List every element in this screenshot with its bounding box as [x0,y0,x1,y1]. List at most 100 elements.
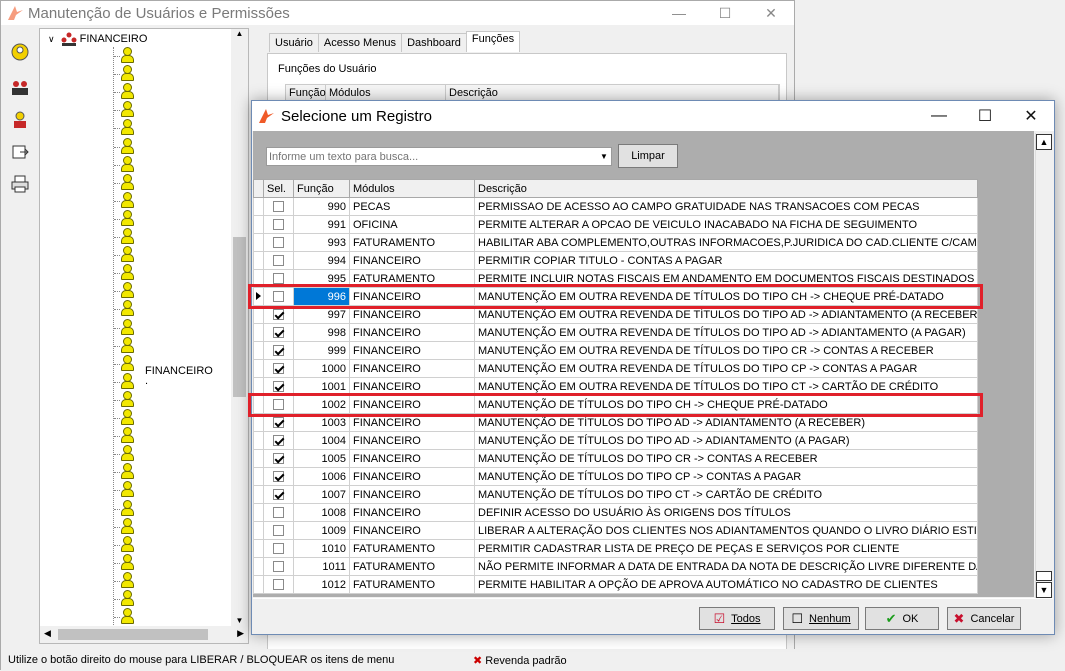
table-row[interactable]: 1011 FATURAMENTO NÃO PERMITE INFORMAR A DA… [253,557,978,576]
row-checkbox[interactable] [273,219,284,231]
descricao-cell[interactable]: MANUTENÇÃO EM OUTRA REVENDA DE TÍTULOS D… [474,359,978,378]
row-checkbox[interactable] [273,543,284,555]
descricao-cell[interactable]: NÃO PERMITE INFORMAR A DATA DE ENTRADA D… [474,557,978,576]
modulo-cell[interactable]: FINANCEIRO [349,395,475,414]
user-tree[interactable]: ∨ FINANCEIRO FINANCEIRO . ▲ ▼ ◀ ▶ [39,28,249,644]
user-icon[interactable] [120,499,134,517]
modulo-cell[interactable]: FINANCEIRO [349,305,475,324]
user-icon[interactable] [120,246,134,263]
user-icon[interactable] [120,517,134,535]
descricao-cell[interactable]: PERMITE HABILITAR A OPÇÃO DE APROVA AUTO… [474,575,978,594]
dialog-vertical-scrollbar[interactable]: ▲ ▼ [1035,133,1052,598]
descricao-cell[interactable]: PERMITIR CADASTRAR LISTA DE PREÇO DE PEÇ… [474,539,978,558]
table-row[interactable]: 1012 FATURAMENTO PERMITE HABILITAR A OPÇÃO… [253,575,978,594]
descricao-cell[interactable]: MANUTENÇÃO DE TÍTULOS DO TIPO CR -> CONT… [474,449,978,468]
funcao-cell[interactable]: 1008 [293,503,350,522]
descricao-cell[interactable]: PERMITIR COPIAR TITULO - CONTAS A PAGAR [474,251,978,270]
row-checkbox[interactable] [273,255,284,267]
table-row[interactable]: 1008 FINANCEIRO DEFINIR ACESSO DO USUÁRIO … [253,503,978,522]
user-icon[interactable] [120,590,134,607]
scroll-up-icon[interactable]: ▲ [1036,134,1052,150]
tree-horizontal-scrollbar[interactable]: ◀ ▶ [40,626,248,643]
funcao-cell[interactable]: 1005 [293,449,350,468]
tree-hscroll-thumb[interactable] [58,629,208,640]
table-row[interactable]: 1010 FATURAMENTO PERMITIR CADASTRAR LISTA … [253,539,978,558]
user-icon[interactable] [120,65,134,82]
search-input[interactable] [267,150,597,163]
row-checkbox[interactable] [273,381,284,393]
user-icon[interactable] [120,119,134,136]
table-row[interactable]: 998 FINANCEIRO MANUTENÇÃO EM OUTRA REVENDA… [253,323,978,342]
row-checkbox[interactable] [273,363,284,375]
modulo-cell[interactable]: FINANCEIRO [349,251,475,270]
modulo-cell[interactable]: FINANCEIRO [349,377,475,396]
dialog-maximize-button[interactable]: ☐ [962,101,1008,131]
scroll-right-icon[interactable]: ▶ [237,628,244,639]
user-icon[interactable] [120,47,134,64]
modulo-cell[interactable]: PECAS [349,197,475,216]
table-row[interactable]: 1001 FINANCEIRO MANUTENÇÃO EM OUTRA REVEND… [253,377,978,396]
user-permission-icon[interactable] [9,109,31,131]
modulo-cell[interactable]: FATURAMENTO [349,575,475,594]
user-icon[interactable] [120,571,134,589]
row-checkbox[interactable] [273,273,284,285]
table-row[interactable]: 999 FINANCEIRO MANUTENÇÃO EM OUTRA REVENDA… [253,341,978,360]
modulo-cell[interactable]: FATURAMENTO [349,539,475,558]
user-icon[interactable] [120,481,134,498]
table-row[interactable]: 990 PECAS PERMISSAO DE ACESSO AO CAMPO GRA… [253,197,978,216]
dialog-close-button[interactable]: ✕ [1008,101,1054,131]
table-row[interactable]: 997 FINANCEIRO MANUTENÇÃO EM OUTRA REVENDA… [253,305,978,324]
descricao-cell[interactable]: MANUTENÇÃO EM OUTRA REVENDA DE TÍTULOS D… [474,305,978,324]
row-checkbox[interactable] [273,579,284,591]
funcao-cell[interactable]: 994 [293,251,350,270]
user-icon[interactable] [120,209,134,227]
modulo-cell[interactable]: FATURAMENTO [349,233,475,252]
user-icon[interactable] [120,390,134,408]
user-icon[interactable] [120,318,134,336]
descricao-cell[interactable]: DEFINIR ACESSO DO USUÁRIO ÀS ORIGENS DOS… [474,503,978,522]
descricao-cell[interactable]: MANUTENÇÃO DE TÍTULOS DO TIPO CP -> CONT… [474,467,978,486]
row-checkbox[interactable] [273,561,284,573]
close-button[interactable]: ✕ [748,1,794,25]
table-row[interactable]: 993 FATURAMENTO HABILITAR ABA COMPLEMENTO,… [253,233,978,252]
descricao-cell[interactable]: PERMITE ALTERAR A OPCAO DE VEICULO INACA… [474,215,978,234]
user-icon[interactable] [120,445,134,462]
modulo-cell[interactable]: FINANCEIRO [349,323,475,342]
descricao-cell[interactable]: PERMITE INCLUIR NOTAS FISCAIS EM ANDAMEN… [474,269,978,288]
row-checkbox[interactable] [273,471,284,483]
descricao-cell[interactable]: MANUTENÇÃO EM OUTRA REVENDA DE TÍTULOS D… [474,287,978,306]
user-icon[interactable] [120,228,134,245]
descricao-cell[interactable]: MANUTENÇÃO DE TÍTULOS DO TIPO AD -> ADIA… [474,413,978,432]
row-checkbox[interactable] [273,309,284,321]
tab-dashboard[interactable]: Dashboard [401,33,467,52]
scroll-down-icon[interactable]: ▼ [1036,582,1052,598]
funcao-cell[interactable]: 999 [293,341,350,360]
table-row[interactable]: 995 FATURAMENTO PERMITE INCLUIR NOTAS FISC… [253,269,978,288]
funcao-cell[interactable]: 1001 [293,377,350,396]
row-checkbox[interactable] [273,345,284,357]
select-none-button[interactable]: ☐ Nenhum [783,607,859,630]
select-all-button[interactable]: ☑ Todos [699,607,775,630]
descricao-cell[interactable]: MANUTENÇÃO EM OUTRA REVENDA DE TÍTULOS D… [474,341,978,360]
tab-acesso-menus[interactable]: Acesso Menus [317,33,403,52]
funcao-cell[interactable]: 1004 [293,431,350,450]
ok-button[interactable]: ✔ OK [865,607,939,630]
user-icon[interactable] [120,608,134,625]
tree-scroll-thumb[interactable] [233,237,246,397]
funcao-cell[interactable]: 997 [293,305,350,324]
col-funcao[interactable]: Função [293,179,350,198]
chevron-down-icon[interactable]: ∨ [48,34,55,45]
col-sel[interactable]: Sel. [263,179,294,198]
user-icon[interactable] [120,336,134,354]
row-checkbox[interactable] [273,237,284,249]
funcao-cell[interactable]: 991 [293,215,350,234]
funcao-cell[interactable]: 1010 [293,539,350,558]
modulo-cell[interactable]: FINANCEIRO [349,287,475,306]
modulo-cell[interactable]: FINANCEIRO [349,485,475,504]
row-checkbox[interactable] [273,453,284,465]
modulo-cell[interactable]: FATURAMENTO [349,269,475,288]
modulo-cell[interactable]: FINANCEIRO [349,341,475,360]
descricao-cell[interactable]: MANUTENÇÃO DE TÍTULOS DO TIPO CT -> CART… [474,485,978,504]
modulo-cell[interactable]: FINANCEIRO [349,449,475,468]
tree-group-node[interactable]: FINANCEIRO . [145,365,213,387]
